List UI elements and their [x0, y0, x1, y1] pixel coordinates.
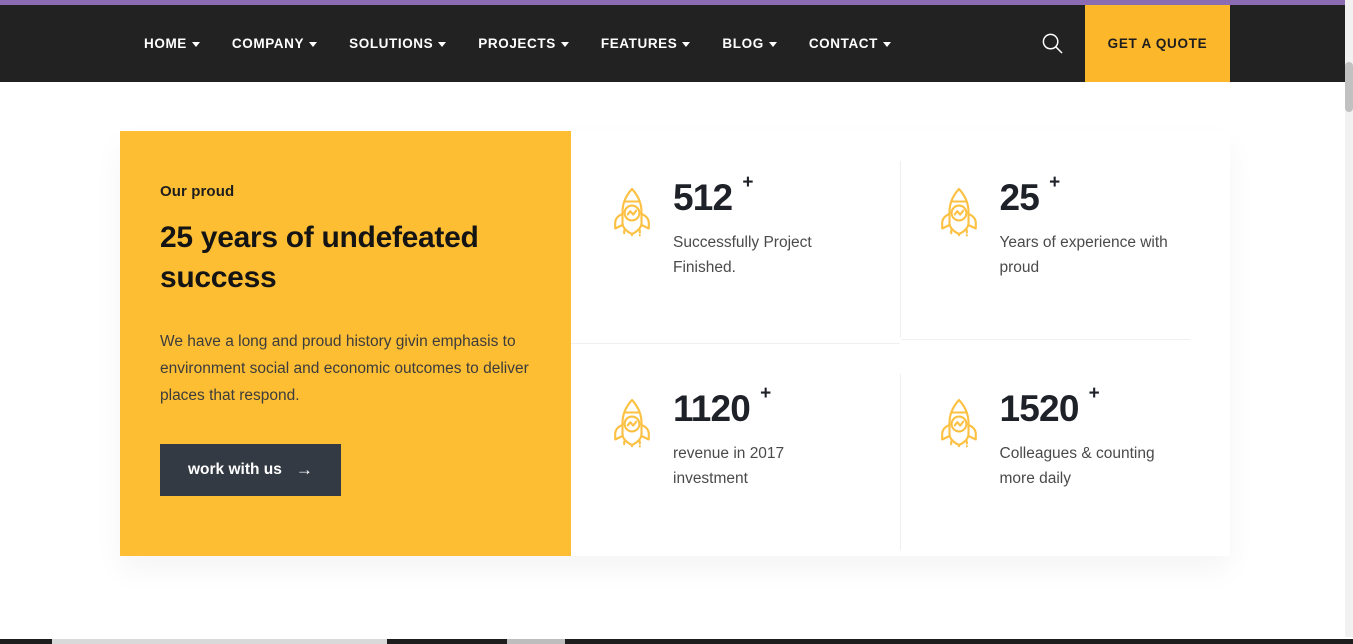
stat-label: Years of experience with proud: [999, 234, 1168, 277]
page-scrollbar-thumb[interactable]: [1345, 62, 1353, 112]
work-with-us-button[interactable]: work with us →: [160, 444, 341, 497]
promo-eyebrow: Our proud: [160, 183, 235, 200]
rocket-icon: [611, 396, 653, 448]
promo-paragraph: We have a long and proud history givin e…: [160, 333, 529, 404]
chrome-segment: [52, 639, 387, 644]
nav-item-solutions[interactable]: SOLUTIONS: [333, 5, 462, 82]
get-a-quote-button[interactable]: GET A QUOTE: [1085, 5, 1230, 82]
nav-item-home[interactable]: HOME: [144, 5, 216, 82]
search-icon: [1042, 33, 1063, 54]
page-scrollbar[interactable]: [1345, 0, 1353, 644]
stat-card-experience: 25 + Years of experience with proud: [900, 131, 1231, 344]
promo-title: 25 years of undefeated success: [160, 221, 479, 294]
stat-body: 1520 + Colleagues & counting more daily: [999, 384, 1190, 491]
stat-suffix: +: [1088, 382, 1100, 404]
primary-navigation: HOME COMPANY SOLUTIONS PROJECTS FEATURES: [144, 5, 907, 82]
stat-card-projects: 512 + Successfully Project Finished.: [571, 131, 901, 344]
stat-number: 1120: [673, 387, 751, 429]
header-actions: GET A QUOTE: [1019, 5, 1345, 82]
nav-item-label: SOLUTIONS: [349, 36, 434, 51]
nav-item-features[interactable]: FEATURES: [585, 5, 707, 82]
stat-suffix: +: [760, 382, 772, 404]
chevron-down-icon: [191, 42, 200, 47]
page-root: HOME COMPANY SOLUTIONS PROJECTS FEATURES: [0, 0, 1353, 644]
nav-item-label: HOME: [144, 36, 187, 51]
stat-label: Colleagues & counting more daily: [999, 444, 1155, 487]
chrome-segment: [565, 639, 1353, 644]
stat-card-revenue: 1120 + revenue in 2017 investment: [571, 344, 901, 557]
stat-number: 1520: [999, 387, 1080, 429]
nav-item-contact[interactable]: CONTACT: [793, 5, 907, 82]
stat-card-colleagues: 1520 + Colleagues & counting more daily: [901, 344, 1231, 557]
stats-grid: 512 + Successfully Project Finished. 25 …: [571, 131, 1230, 556]
counter-section: Our proud 25 years of undefeated success…: [120, 131, 1230, 556]
header-filler: [1230, 5, 1345, 82]
nav-item-projects[interactable]: PROJECTS: [462, 5, 585, 82]
work-with-us-label: work with us: [188, 461, 282, 479]
stat-suffix: +: [1049, 172, 1061, 193]
stat-number: 512: [673, 177, 733, 218]
site-header: HOME COMPANY SOLUTIONS PROJECTS FEATURES: [0, 5, 1345, 82]
rocket-icon: [938, 185, 980, 237]
nav-item-company[interactable]: COMPANY: [216, 5, 333, 82]
stat-body: 512 + Successfully Project Finished.: [673, 173, 863, 280]
chrome-segment: [507, 639, 565, 644]
rocket-icon: [938, 396, 980, 448]
stat-label: revenue in 2017 investment: [673, 444, 785, 487]
nav-item-blog[interactable]: BLOG: [706, 5, 792, 82]
chrome-segment: [0, 639, 52, 644]
chevron-down-icon: [883, 42, 892, 47]
chrome-segment: [387, 639, 507, 644]
promo-panel: Our proud 25 years of undefeated success…: [120, 131, 571, 556]
stat-number-row: 25 +: [999, 173, 1190, 218]
chevron-down-icon: [768, 42, 777, 47]
nav-item-label: PROJECTS: [478, 36, 556, 51]
nav-item-label: CONTACT: [808, 36, 879, 51]
nav-item-label: COMPANY: [231, 36, 305, 51]
search-button[interactable]: [1019, 5, 1085, 82]
stat-label: Successfully Project Finished.: [673, 234, 812, 277]
chevron-down-icon: [309, 42, 318, 47]
stat-body: 1120 + revenue in 2017 investment: [673, 384, 863, 491]
stat-number: 25: [999, 177, 1040, 218]
stat-number-row: 512 +: [673, 173, 863, 218]
stat-body: 25 + Years of experience with proud: [999, 173, 1190, 280]
stat-suffix: +: [742, 172, 754, 193]
chevron-down-icon: [560, 42, 569, 47]
chevron-down-icon: [682, 42, 691, 47]
nav-item-label: BLOG: [722, 36, 764, 51]
stat-number-row: 1120 +: [673, 384, 863, 429]
chevron-down-icon: [438, 42, 447, 47]
stat-number-row: 1520 +: [999, 384, 1190, 429]
rocket-icon: [611, 185, 653, 237]
nav-item-label: FEATURES: [600, 36, 678, 51]
arrow-right-icon: →: [295, 459, 313, 479]
bottom-chrome-strip: [0, 637, 1353, 644]
